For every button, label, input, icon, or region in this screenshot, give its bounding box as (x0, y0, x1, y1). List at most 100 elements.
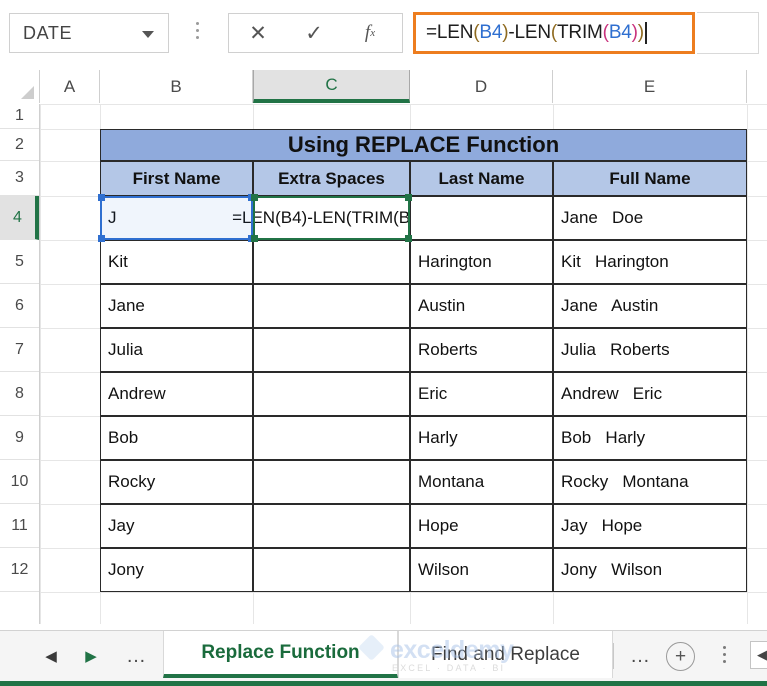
table-cell[interactable] (253, 240, 410, 284)
table-cell[interactable]: Harly (410, 416, 553, 460)
row-header-8[interactable]: 8 (0, 372, 39, 416)
select-all-corner[interactable] (0, 70, 40, 103)
row-header-label: 8 (15, 384, 24, 402)
column-header-b[interactable]: B (100, 70, 253, 103)
table-cell-value: Andrew (108, 384, 166, 403)
table-cell[interactable]: Jay (100, 504, 253, 548)
formula-action-buttons: ✕ ✓ fx (228, 13, 403, 53)
table-cell[interactable]: Kit (100, 240, 253, 284)
table-cell[interactable]: Jony Wilson (553, 548, 747, 592)
table-cell-value: J (108, 208, 117, 227)
table-cell[interactable]: J (100, 196, 253, 240)
table-cell[interactable]: Jony (100, 548, 253, 592)
formula-token: TRIM (557, 22, 603, 43)
table-cell[interactable]: Julia Roberts (553, 328, 747, 372)
formula-token: ) (637, 22, 644, 43)
table-cell[interactable] (253, 284, 410, 328)
table-cell[interactable]: Jane (100, 284, 253, 328)
table-cell[interactable]: Austin (410, 284, 553, 328)
table-cell-value: Jane (108, 296, 145, 315)
worksheet-grid[interactable]: Using REPLACE Function First Name Extra Sp… (40, 104, 767, 624)
insert-function-icon[interactable]: fx (341, 14, 399, 52)
formula-text: =LEN(B4)-LEN(TRIM(B4)) (426, 22, 644, 44)
tab-overflow-left[interactable]: … (126, 645, 147, 668)
sheet-tab-bar: ◀ ▶ … Replace Function Find and Replace …… (0, 630, 767, 681)
active-cell-editor[interactable]: =LEN(B4)-LEN(TRIM(B4)) (232, 196, 431, 240)
table-cell[interactable]: Eric (410, 372, 553, 416)
column-header-row: A B C D E (0, 70, 767, 105)
table-cell[interactable]: Andrew Eric (553, 372, 747, 416)
name-box[interactable]: DATE (9, 13, 169, 53)
formula-input[interactable]: =LEN(B4)-LEN(TRIM(B4)) (413, 12, 695, 54)
table-cell[interactable] (253, 504, 410, 548)
table-cell[interactable]: Rocky (100, 460, 253, 504)
row-header-label: 3 (15, 169, 24, 186)
formula-bar-tail (697, 12, 759, 54)
row-header-label: 12 (10, 560, 29, 578)
row-header-4[interactable]: 4 (0, 196, 39, 240)
tab-separator (613, 643, 614, 669)
column-header-d[interactable]: D (410, 70, 553, 103)
table-column-header: Last Name (410, 161, 553, 196)
table-cell-value: Jay (108, 516, 135, 535)
row-header-3[interactable]: 3 (0, 161, 39, 196)
sheet-tab-1[interactable]: Replace Function (163, 631, 398, 678)
overflow-dots-icon[interactable] (196, 22, 200, 43)
table-cell-value: Austin (418, 296, 466, 315)
table-cell[interactable]: Jay Hope (553, 504, 747, 548)
sheet-tab-2[interactable]: Find and Replace (398, 631, 613, 678)
tab-options-dots-icon[interactable] (723, 646, 726, 667)
cancel-icon[interactable]: ✕ (229, 14, 287, 52)
table-cell[interactable] (253, 372, 410, 416)
next-sheet-icon[interactable]: ▶ (78, 644, 104, 668)
row-header-12[interactable]: 12 (0, 548, 39, 592)
previous-sheet-icon[interactable]: ◀ (38, 644, 64, 668)
table-cell[interactable]: Bob Harly (553, 416, 747, 460)
table-column-header: Full Name (553, 161, 747, 196)
table-column-header-label: Extra Spaces (278, 168, 385, 188)
row-header-label: 5 (15, 252, 24, 270)
table-cell[interactable] (253, 460, 410, 504)
table-cell[interactable] (253, 328, 410, 372)
table-cell-value: Harly (418, 428, 458, 447)
table-cell[interactable] (253, 416, 410, 460)
column-header-e[interactable]: E (553, 70, 747, 103)
row-header-2[interactable]: 2 (0, 129, 39, 161)
table-cell[interactable]: Wilson (410, 548, 553, 592)
formula-token: B4 (608, 22, 632, 43)
confirm-check-icon[interactable]: ✓ (285, 14, 343, 52)
table-cell[interactable] (410, 196, 553, 240)
row-header-5[interactable]: 5 (0, 240, 39, 284)
row-header-1[interactable]: 1 (0, 104, 39, 129)
tab-overflow-right[interactable]: … (630, 645, 651, 668)
bottom-accent-rule (0, 681, 767, 686)
table-cell[interactable]: Jane Doe (553, 196, 747, 240)
chevron-down-icon[interactable] (142, 31, 154, 38)
table-cell[interactable]: Roberts (410, 328, 553, 372)
column-header-c[interactable]: C (253, 70, 410, 103)
table-cell-value: Jony Wilson (561, 560, 663, 579)
row-header-9[interactable]: 9 (0, 416, 39, 460)
row-header-6[interactable]: 6 (0, 284, 39, 328)
table-title-label: Using REPLACE Function (287, 132, 560, 157)
column-header-a[interactable]: A (40, 70, 100, 103)
table-cell[interactable]: Bob (100, 416, 253, 460)
row-header-11[interactable]: 11 (0, 504, 39, 548)
table-cell[interactable]: Kit Harington (553, 240, 747, 284)
table-cell[interactable] (253, 548, 410, 592)
table-cell[interactable]: Montana (410, 460, 553, 504)
table-cell[interactable]: Rocky Montana (553, 460, 747, 504)
row-header-10[interactable]: 10 (0, 460, 39, 504)
excel-window: DATE ✕ ✓ fx =LEN(B4)-LEN(TRIM(B4)) A B C D E… (0, 0, 767, 686)
row-header-7[interactable]: 7 (0, 328, 39, 372)
add-sheet-button[interactable]: + (666, 642, 695, 671)
horizontal-scroll-left-button[interactable]: ◀ (750, 641, 767, 669)
table-cell[interactable]: Jane Austin (553, 284, 747, 328)
table-cell-value: Kit Harington (561, 252, 669, 271)
table-cell[interactable]: Hope (410, 504, 553, 548)
table-cell[interactable]: Julia (100, 328, 253, 372)
table-cell-value: Jane Austin (561, 296, 659, 315)
table-cell-value: Bob Harly (561, 428, 646, 447)
table-cell[interactable]: Harington (410, 240, 553, 284)
table-cell[interactable]: Andrew (100, 372, 253, 416)
